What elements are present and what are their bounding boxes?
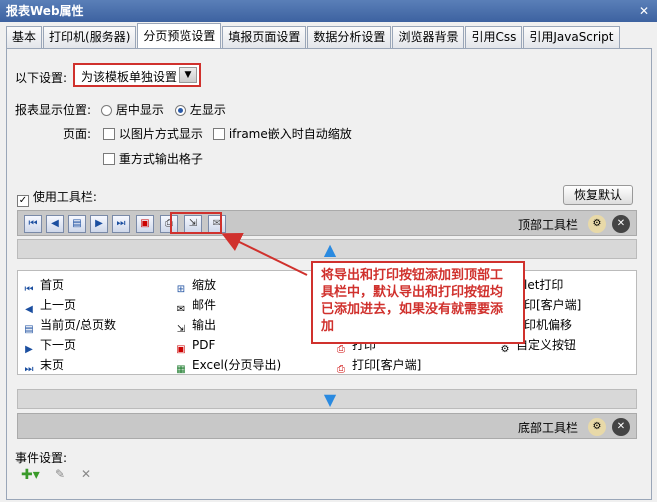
settings-panel: 以下设置: 为该模板单独设置 ▼ 报表显示位置: 居中显示 左显示 页面: 以图… [6,48,652,500]
tab-javascript[interactable]: 引用JavaScript [523,26,620,48]
tab-data-analysis[interactable]: 数据分析设置 [307,26,392,48]
tab-page-preview[interactable]: 分页预览设置 [137,23,222,48]
tab-printer[interactable]: 打印机(服务器) [43,26,137,48]
tab-browser-bg[interactable]: 浏览器背景 [392,26,465,48]
tab-fill-page[interactable]: 填报页面设置 [222,26,307,48]
window-title: 报表Web属性 [6,4,84,18]
annotation-arrow-icon [221,233,308,276]
tab-css[interactable]: 引用Css [465,26,523,48]
window-titlebar: 报表Web属性 ✕ [0,0,657,22]
tab-bar: 基本 打印机(服务器) 分页预览设置 填报页面设置 数据分析设置 浏览器背景 引… [6,23,621,48]
close-icon[interactable]: ✕ [637,4,651,18]
tab-basic[interactable]: 基本 [6,26,43,48]
